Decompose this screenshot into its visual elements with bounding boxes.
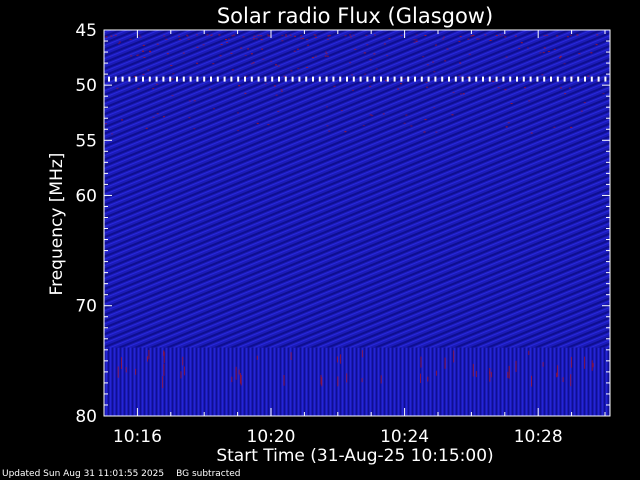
y-tick-label: 80 bbox=[75, 407, 97, 427]
x-tick-label: 10:20 bbox=[247, 427, 296, 447]
x-tick-label: 10:28 bbox=[514, 427, 563, 447]
y-tick-label: 70 bbox=[75, 297, 97, 317]
spectrogram-lower-texture bbox=[104, 347, 610, 416]
y-axis-label: Frequency [MHz] bbox=[47, 153, 67, 296]
y-tick-label: 55 bbox=[75, 131, 97, 151]
spectrogram-upper-texture bbox=[104, 30, 610, 348]
y-tick-label: 45 bbox=[75, 21, 97, 41]
plot-area bbox=[103, 29, 611, 417]
footer: Updated Sun Aug 31 11:01:55 2025 BG subtr… bbox=[2, 469, 253, 479]
chart-title: Solar radio Flux (Glasgow) bbox=[217, 4, 493, 28]
x-tick-label: 10:16 bbox=[113, 427, 162, 447]
spectrogram-chart: Solar radio Flux (Glasgow) 455055607080 … bbox=[47, 4, 611, 466]
y-tick-label: 50 bbox=[75, 76, 97, 96]
updated-timestamp: Updated Sun Aug 31 11:01:55 2025 bbox=[2, 469, 165, 479]
y-tick-label: 60 bbox=[75, 186, 97, 206]
x-axis-label: Start Time (31-Aug-25 10:15:00) bbox=[216, 446, 493, 466]
x-tick-label: 10:24 bbox=[380, 427, 429, 447]
processing-note: BG subtracted bbox=[176, 469, 241, 479]
